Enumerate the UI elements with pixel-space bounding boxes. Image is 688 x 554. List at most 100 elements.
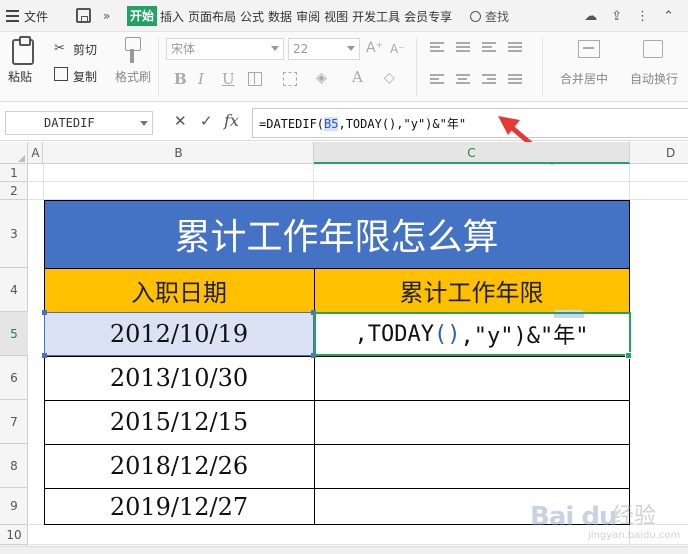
- formula-part: ,TODAY(),"y")&"年": [338, 117, 467, 131]
- chevron-down-icon: [347, 46, 355, 51]
- fill-handle[interactable]: [625, 352, 632, 359]
- format-painter-button[interactable]: 格式刷: [115, 68, 151, 85]
- resize-handle[interactable]: [311, 353, 316, 358]
- clear-format-icon[interactable]: ◇: [384, 70, 395, 86]
- resize-handle[interactable]: [42, 310, 47, 315]
- indent-icon[interactable]: [508, 42, 522, 52]
- date-cell-b9[interactable]: 2019/12/27: [44, 488, 314, 525]
- result-cell-c6[interactable]: [314, 356, 629, 400]
- font-name-select[interactable]: 宋体: [166, 38, 284, 60]
- align-center-icon[interactable]: [456, 74, 470, 84]
- row-header-9[interactable]: 9: [0, 488, 28, 525]
- row-header-8[interactable]: 8: [0, 444, 28, 488]
- header-hire-date[interactable]: 入职日期: [44, 268, 314, 312]
- ribbon-divider: [542, 38, 543, 96]
- file-menu[interactable]: 文件: [6, 0, 48, 32]
- insert-function-icon[interactable]: fx: [224, 111, 239, 130]
- collapse-icon[interactable]: ⌃: [663, 9, 674, 24]
- tab-review[interactable]: 审阅: [296, 8, 320, 25]
- copy-icon[interactable]: [54, 67, 68, 81]
- paste-button[interactable]: 粘贴: [8, 68, 32, 85]
- row-header-5[interactable]: 5: [0, 312, 28, 356]
- format-painter-icon[interactable]: [125, 37, 141, 65]
- tab-view[interactable]: 视图: [324, 8, 348, 25]
- cancel-icon[interactable]: ✕: [174, 112, 187, 130]
- tab-formulas[interactable]: 公式: [240, 8, 264, 25]
- active-cell-c5-editor[interactable]: ,TODAY() ,"y")&"年": [314, 312, 629, 356]
- align-top-icon[interactable]: [430, 42, 444, 52]
- fill-color-icon[interactable]: ◈: [316, 70, 327, 86]
- cell-style-icon[interactable]: [283, 72, 297, 86]
- underline-icon[interactable]: U: [222, 70, 235, 88]
- tab-home[interactable]: 开始: [127, 6, 158, 26]
- header-years-worked[interactable]: 累计工作年限: [314, 268, 629, 312]
- row-header-3[interactable]: 3: [0, 200, 28, 268]
- name-box[interactable]: DATEDIF: [5, 111, 153, 135]
- font-size-select[interactable]: 22: [288, 38, 360, 60]
- search-button[interactable]: 查找: [470, 0, 509, 32]
- row-header-2[interactable]: 2: [0, 182, 28, 200]
- table-title[interactable]: 累计工作年限怎么算: [44, 200, 629, 268]
- column-header-d[interactable]: D: [630, 142, 688, 164]
- ribbon-divider: [158, 38, 159, 96]
- align-bottom-icon[interactable]: [482, 42, 496, 52]
- justify-icon[interactable]: [508, 74, 522, 84]
- watermark-brand: Bai du: [530, 502, 617, 532]
- result-cell-c8[interactable]: [314, 444, 629, 488]
- column-header-c[interactable]: C: [314, 142, 630, 164]
- align-left-icon[interactable]: [430, 74, 444, 84]
- row-header-10[interactable]: 10: [0, 525, 28, 545]
- c5-paren: (): [434, 321, 461, 347]
- increase-font-icon[interactable]: A⁺: [366, 40, 383, 56]
- more-dots-icon[interactable]: ⋮: [636, 9, 649, 24]
- align-middle-icon[interactable]: [456, 42, 470, 52]
- borders-icon[interactable]: [248, 72, 262, 86]
- cut-button[interactable]: 剪切: [73, 41, 97, 58]
- scissors-icon[interactable]: ✂: [54, 41, 65, 56]
- row-header-4[interactable]: 4: [0, 268, 28, 312]
- chevron-down-icon: [140, 121, 148, 126]
- tab-developer[interactable]: 开发工具: [352, 8, 400, 25]
- date-cell-b7[interactable]: 2015/12/15: [44, 400, 314, 444]
- confirm-icon[interactable]: ✓: [200, 112, 213, 130]
- paste-icon[interactable]: [12, 36, 34, 65]
- formula-input[interactable]: =DATEDIF(B5,TODAY(),"y")&"年": [252, 108, 688, 138]
- tab-data[interactable]: 数据: [268, 8, 292, 25]
- merge-center-button[interactable]: 合并居中: [560, 70, 608, 87]
- font-color-icon[interactable]: A: [352, 68, 363, 86]
- share-icon[interactable]: ⇪: [611, 9, 622, 24]
- formula-text: =DATEDIF(B5,TODAY(),"y")&"年": [259, 115, 466, 132]
- resize-handle[interactable]: [42, 353, 47, 358]
- window-actions: ☁ ⇪ ⋮ ⌃: [584, 0, 688, 32]
- date-cell-b5[interactable]: 2012/10/19: [44, 312, 314, 356]
- decrease-font-icon[interactable]: A⁻: [390, 42, 405, 56]
- merge-center-icon[interactable]: [578, 40, 600, 58]
- align-right-icon[interactable]: [482, 74, 496, 84]
- row-header-7[interactable]: 7: [0, 400, 28, 444]
- wrap-text-icon[interactable]: [643, 40, 663, 58]
- save-icon[interactable]: [76, 8, 91, 23]
- date-cell-b8[interactable]: 2018/12/26: [44, 444, 314, 488]
- tab-page-layout[interactable]: 页面布局: [188, 8, 236, 25]
- tab-insert[interactable]: 插入: [160, 8, 184, 25]
- column-header-b[interactable]: B: [44, 142, 314, 164]
- wrap-text-button[interactable]: 自动换行: [630, 70, 678, 87]
- formula-cell-reference: B5: [324, 117, 339, 131]
- name-box-value: DATEDIF: [44, 116, 95, 130]
- row-header-6[interactable]: 6: [0, 356, 28, 400]
- copy-button[interactable]: 复制: [73, 68, 97, 85]
- row-header-1[interactable]: 1: [0, 164, 28, 182]
- italic-icon[interactable]: I: [198, 70, 204, 88]
- cloud-sync-icon[interactable]: ☁: [584, 9, 597, 24]
- search-icon: [470, 10, 481, 22]
- tab-member[interactable]: 会员专享: [404, 8, 452, 25]
- column-header-a[interactable]: A: [29, 142, 43, 164]
- bold-icon[interactable]: B: [174, 70, 187, 88]
- ribbon-toolbar: 粘贴 ✂ 剪切 复制 格式刷 宋体 22 A⁺ A⁻ B I U ◈ A ◇ 合…: [0, 32, 688, 102]
- more-tools-icon[interactable]: »: [103, 0, 110, 32]
- file-menu-label: 文件: [24, 9, 49, 24]
- resize-handle[interactable]: [311, 310, 316, 315]
- result-cell-c7[interactable]: [314, 400, 629, 444]
- select-all-corner[interactable]: [0, 142, 28, 164]
- date-cell-b6[interactable]: 2013/10/30: [44, 356, 314, 400]
